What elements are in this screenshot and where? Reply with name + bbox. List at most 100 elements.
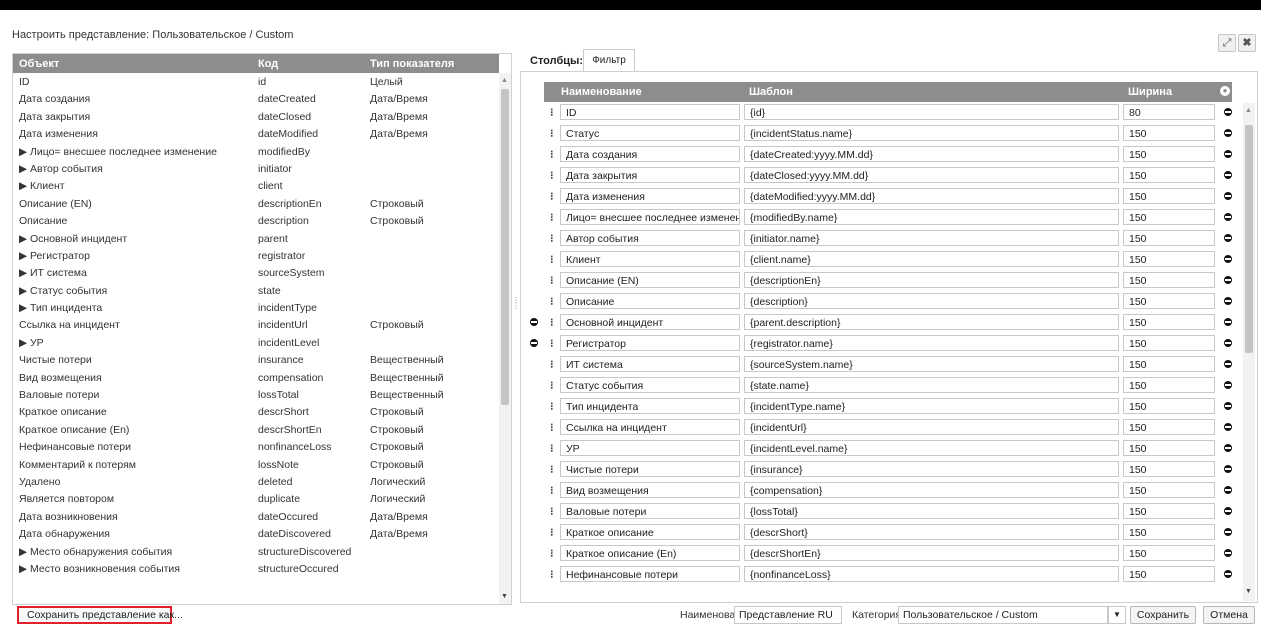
column-name-input[interactable]: Тип инцидента: [560, 398, 740, 414]
column-name-input[interactable]: Лицо= внесшее последнее изменение: [560, 209, 740, 225]
remove-column-icon[interactable]: [1224, 234, 1232, 242]
column-template-input[interactable]: {client.name}: [744, 251, 1119, 267]
list-item[interactable]: Ссылка на инцидент incidentUrl Строковый: [13, 316, 499, 333]
scroll-down-icon[interactable]: ▼: [501, 593, 508, 600]
tab-filter[interactable]: Фильтр: [583, 49, 635, 72]
list-item[interactable]: ▶ Регистратор registrator: [13, 247, 499, 264]
column-name-input[interactable]: УР: [560, 440, 740, 456]
column-template-input[interactable]: {incidentLevel.name}: [744, 440, 1119, 456]
remove-column-icon[interactable]: [1224, 360, 1232, 368]
drag-handle-icon[interactable]: ⁝: [550, 568, 554, 581]
drag-handle-icon[interactable]: ⁝: [550, 526, 554, 539]
column-name-input[interactable]: Чистые потери: [560, 461, 740, 477]
column-width-input[interactable]: 150: [1123, 482, 1215, 498]
list-item[interactable]: Описание (EN) descriptionEn Строковый: [13, 195, 499, 212]
remove-column-icon[interactable]: [1224, 108, 1232, 116]
scroll-up-icon[interactable]: ▲: [1245, 107, 1252, 114]
column-width-input[interactable]: 150: [1123, 188, 1215, 204]
column-template-input[interactable]: {initiator.name}: [744, 230, 1119, 246]
column-template-input[interactable]: {dateClosed:yyyy.MM.dd}: [744, 167, 1119, 183]
drag-handle-icon[interactable]: ⁝: [550, 400, 554, 413]
maximize-icon[interactable]: ⤢: [1218, 34, 1236, 52]
column-template-input[interactable]: {descriptionEn}: [744, 272, 1119, 288]
drag-handle-icon[interactable]: ⁝: [550, 316, 554, 329]
remove-column-icon[interactable]: [1224, 213, 1232, 221]
drag-handle-icon[interactable]: ⁝: [550, 358, 554, 371]
column-width-input[interactable]: 150: [1123, 398, 1215, 414]
column-width-input[interactable]: 150: [1123, 314, 1215, 330]
remove-column-icon[interactable]: [1224, 150, 1232, 158]
drag-handle-icon[interactable]: ⁝: [550, 148, 554, 161]
column-template-input[interactable]: {modifiedBy.name}: [744, 209, 1119, 225]
remove-column-icon[interactable]: [1224, 549, 1232, 557]
column-name-input[interactable]: Дата закрытия: [560, 167, 740, 183]
list-item[interactable]: Дата обнаружения dateDiscovered Дата/Время: [13, 525, 499, 542]
column-template-input[interactable]: {incidentUrl}: [744, 419, 1119, 435]
column-width-input[interactable]: 150: [1123, 125, 1215, 141]
drag-handle-icon[interactable]: ⁝: [550, 253, 554, 266]
drag-handle-icon[interactable]: ⁝: [550, 232, 554, 245]
remove-column-icon[interactable]: [1224, 381, 1232, 389]
drag-handle-icon[interactable]: ⁝: [550, 274, 554, 287]
move-row-icon[interactable]: [530, 339, 538, 347]
drag-handle-icon[interactable]: ⁝: [550, 106, 554, 119]
column-width-input[interactable]: 150: [1123, 524, 1215, 540]
column-name-input[interactable]: Статус: [560, 125, 740, 141]
remove-column-icon[interactable]: [1224, 255, 1232, 263]
panel-splitter[interactable]: ⋮ ⋮: [512, 297, 520, 318]
column-width-input[interactable]: 150: [1123, 272, 1215, 288]
column-template-input[interactable]: {sourceSystem.name}: [744, 356, 1119, 372]
list-item[interactable]: ▶ Место обнаружения события structureDisc…: [13, 543, 499, 560]
drag-handle-icon[interactable]: ⁝: [550, 295, 554, 308]
remove-column-icon[interactable]: [1224, 465, 1232, 473]
list-item[interactable]: ▶ Лицо= внесшее последнее изменение modif…: [13, 143, 499, 160]
column-template-input[interactable]: {incidentType.name}: [744, 398, 1119, 414]
column-template-input[interactable]: {dateModified:yyyy.MM.dd}: [744, 188, 1119, 204]
header-type[interactable]: Тип показателя: [370, 58, 454, 70]
drag-handle-icon[interactable]: ⁝: [550, 379, 554, 392]
drag-handle-icon[interactable]: ⁝: [550, 505, 554, 518]
scroll-up-icon[interactable]: ▲: [501, 77, 508, 84]
column-name-input[interactable]: Описание (EN): [560, 272, 740, 288]
header-object[interactable]: Объект: [19, 58, 59, 70]
remove-column-icon[interactable]: [1224, 486, 1232, 494]
column-name-input[interactable]: Валовые потери: [560, 503, 740, 519]
list-item[interactable]: Дата изменения dateModified Дата/Время: [13, 125, 499, 142]
column-width-input[interactable]: 150: [1123, 419, 1215, 435]
scroll-thumb[interactable]: [1245, 125, 1253, 353]
column-name-input[interactable]: Регистратор: [560, 335, 740, 351]
remove-column-icon[interactable]: [1224, 402, 1232, 410]
remove-column-icon[interactable]: [1224, 339, 1232, 347]
drag-handle-icon[interactable]: ⁝: [550, 211, 554, 224]
list-item[interactable]: Описание description Строковый: [13, 212, 499, 229]
column-name-input[interactable]: Клиент: [560, 251, 740, 267]
remove-column-icon[interactable]: [1224, 276, 1232, 284]
column-template-input[interactable]: {registrator.name}: [744, 335, 1119, 351]
column-name-input[interactable]: Основной инцидент: [560, 314, 740, 330]
column-template-input[interactable]: {id}: [744, 104, 1119, 120]
remove-column-icon[interactable]: [1224, 528, 1232, 536]
list-item[interactable]: ▶ УР incidentLevel: [13, 334, 499, 351]
column-width-input[interactable]: 150: [1123, 146, 1215, 162]
column-name-input[interactable]: Статус события: [560, 377, 740, 393]
column-template-input[interactable]: {dateCreated:yyyy.MM.dd}: [744, 146, 1119, 162]
column-template-input[interactable]: {incidentStatus.name}: [744, 125, 1119, 141]
drag-handle-icon[interactable]: ⁝: [550, 484, 554, 497]
column-name-input[interactable]: Дата создания: [560, 146, 740, 162]
list-item[interactable]: Дата закрытия dateClosed Дата/Время: [13, 108, 499, 125]
column-width-input[interactable]: 150: [1123, 167, 1215, 183]
right-scrollbar[interactable]: ▲ ▼: [1243, 103, 1255, 601]
save-as-button[interactable]: Сохранить представление как...: [17, 606, 183, 624]
chevron-down-icon[interactable]: ▼: [1108, 606, 1126, 624]
remove-column-icon[interactable]: [1224, 570, 1232, 578]
list-item[interactable]: Краткое описание descrShort Строковый: [13, 403, 499, 420]
column-name-input[interactable]: ИТ система: [560, 356, 740, 372]
column-width-input[interactable]: 150: [1123, 356, 1215, 372]
column-template-input[interactable]: {lossTotal}: [744, 503, 1119, 519]
column-width-input[interactable]: 150: [1123, 230, 1215, 246]
column-template-input[interactable]: {descrShort}: [744, 524, 1119, 540]
column-width-input[interactable]: 150: [1123, 209, 1215, 225]
list-item[interactable]: ▶ Основной инцидент parent: [13, 230, 499, 247]
column-width-input[interactable]: 150: [1123, 440, 1215, 456]
column-template-input[interactable]: {compensation}: [744, 482, 1119, 498]
